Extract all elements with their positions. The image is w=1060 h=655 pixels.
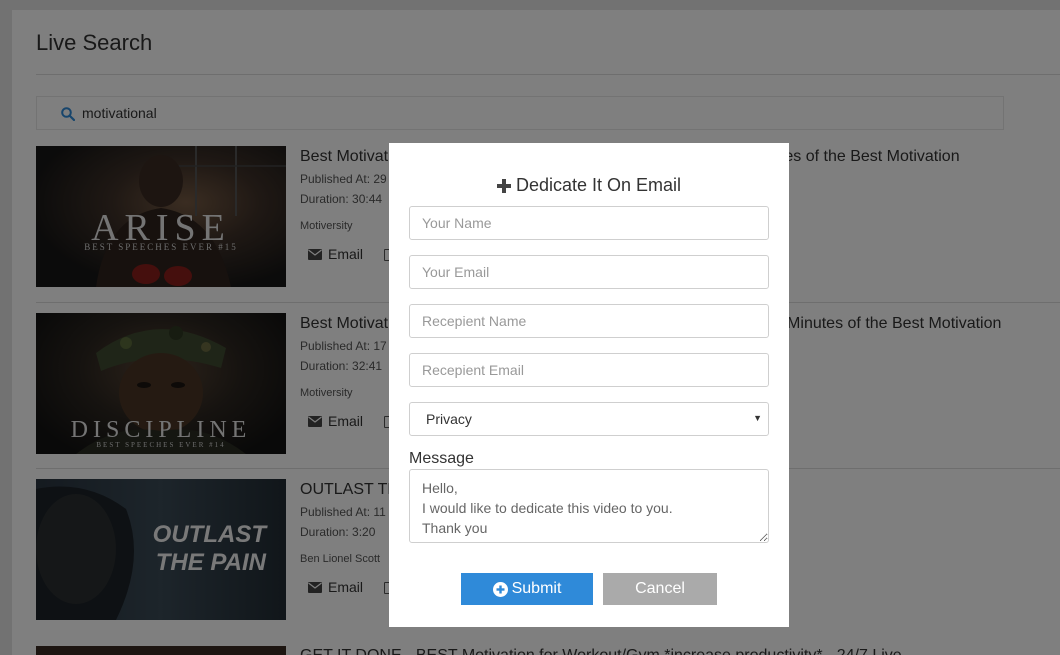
submit-label: Submit: [511, 580, 562, 597]
plus-circle-icon: [492, 581, 508, 597]
your-email-input[interactable]: [409, 255, 769, 289]
message-label: Message: [409, 450, 474, 467]
modal-title-text: Dedicate It On Email: [515, 175, 682, 195]
caret-down-icon: ▼: [753, 413, 762, 423]
your-name-input[interactable]: [409, 206, 769, 240]
submit-button[interactable]: Submit: [461, 573, 593, 605]
message-textarea[interactable]: Hello, I would like to dedicate this vid…: [409, 469, 769, 543]
recipient-name-input[interactable]: [409, 304, 769, 338]
privacy-select[interactable]: Privacy ▼: [409, 402, 769, 436]
dedicate-email-modal: Dedicate It On Email Privacy ▼ Message H…: [389, 143, 789, 627]
privacy-select-value: Privacy: [426, 411, 472, 427]
plus-icon: [496, 178, 511, 193]
cancel-button[interactable]: Cancel: [603, 573, 717, 605]
recipient-email-input[interactable]: [409, 353, 769, 387]
modal-title: Dedicate It On Email: [389, 175, 789, 196]
